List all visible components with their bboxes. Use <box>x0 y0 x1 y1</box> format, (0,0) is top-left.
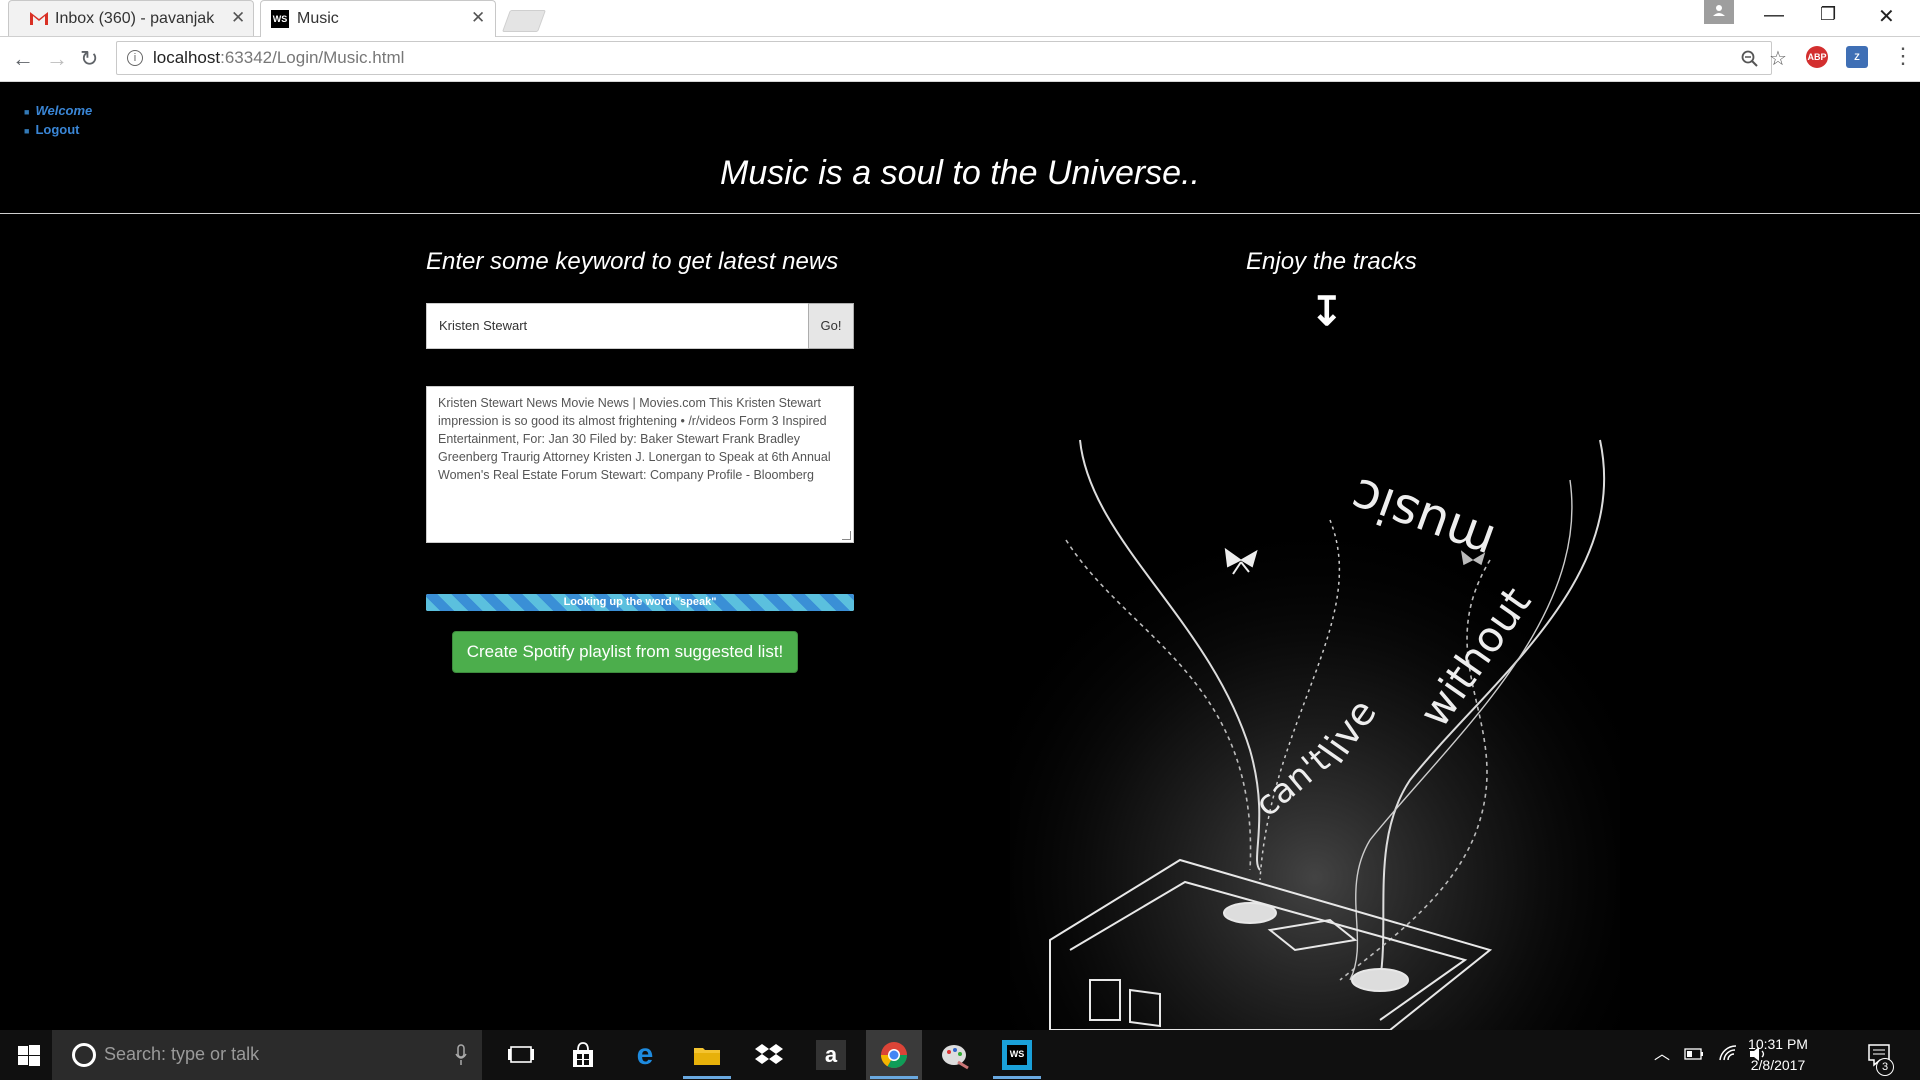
go-button[interactable]: Go! <box>808 303 854 349</box>
paint-icon[interactable] <box>940 1040 970 1070</box>
divider <box>0 213 1920 214</box>
edge-icon[interactable]: e <box>630 1040 660 1070</box>
bookmark-star-icon[interactable]: ☆ <box>1769 46 1787 71</box>
resize-handle[interactable] <box>842 531 851 540</box>
menu-icon[interactable]: ⋮ <box>1892 43 1914 69</box>
tracks-heading: Enjoy the tracks <box>1246 248 1417 275</box>
url-path: :63342/Login/Music.html <box>220 48 405 67</box>
toolbar: ← → ↻ i localhost:63342/Login/Music.html… <box>0 37 1920 82</box>
amazon-icon[interactable]: a <box>816 1040 846 1070</box>
cortana-icon <box>72 1043 96 1067</box>
webstorm-icon[interactable]: WS <box>1002 1040 1032 1070</box>
windows-start-icon[interactable] <box>18 1045 40 1067</box>
zotero-icon[interactable]: Z <box>1846 46 1868 68</box>
store-icon[interactable] <box>568 1040 598 1070</box>
active-app-indicator <box>683 1076 731 1079</box>
clock-time: 10:31 PM <box>1748 1036 1808 1052</box>
battery-icon[interactable] <box>1684 1048 1704 1060</box>
tab-title: Inbox (360) - pavanjakke <box>55 10 215 27</box>
webstorm-icon: WS <box>271 10 289 28</box>
news-heading: Enter some keyword to get latest news <box>426 248 839 275</box>
tab-music[interactable]: WS Music ✕ <box>260 0 496 37</box>
chrome-icon <box>880 1042 908 1069</box>
back-button[interactable]: ← <box>12 46 34 72</box>
notification-badge: 3 <box>1876 1058 1894 1076</box>
tab-strip: Inbox (360) - pavanjakke ✕ WS Music ✕ — … <box>0 0 1920 37</box>
profile-button[interactable] <box>1704 0 1734 24</box>
active-app-indicator <box>870 1076 918 1079</box>
gmail-icon <box>30 12 48 25</box>
cortana-search-box[interactable]: Search: type or talk <box>52 1030 482 1080</box>
close-window-button[interactable]: ✕ <box>1878 4 1895 29</box>
adblock-plus-icon[interactable]: ABP <box>1806 46 1828 68</box>
progress-bar: Looking up the word "speak" <box>426 594 854 611</box>
active-app-indicator <box>993 1076 1041 1079</box>
forward-button[interactable]: → <box>46 46 68 72</box>
keyword-input[interactable]: Kristen Stewart <box>426 303 809 349</box>
tray-chevron-icon[interactable]: ︿ <box>1654 1040 1670 1064</box>
search-placeholder: Search: type or talk <box>104 1044 260 1064</box>
progress-label: Looking up the word "speak" <box>563 596 717 608</box>
dropbox-icon[interactable] <box>754 1040 784 1070</box>
reload-button[interactable]: ↻ <box>80 46 98 72</box>
taskbar: Search: type or talk e a WS ︿ 10:31 PM 2… <box>0 1030 1920 1080</box>
restore-button[interactable]: ❐ <box>1820 4 1836 25</box>
create-playlist-button[interactable]: Create Spotify playlist from suggested l… <box>452 631 798 673</box>
url-text: localhost:63342/Login/Music.html <box>153 48 404 68</box>
chrome-taskbar-button[interactable] <box>866 1030 922 1080</box>
logout-link[interactable]: Logout <box>35 122 79 137</box>
news-results-textarea[interactable]: Kristen Stewart News Movie News | Movies… <box>426 386 854 543</box>
clock-date: 2/8/2017 <box>1750 1057 1806 1073</box>
wifi-icon[interactable] <box>1718 1044 1738 1062</box>
tab-title: Music <box>297 10 339 27</box>
microphone-icon[interactable] <box>454 1044 468 1066</box>
close-icon[interactable]: ✕ <box>231 8 245 28</box>
tab-inbox[interactable]: Inbox (360) - pavanjakke ✕ <box>8 0 254 36</box>
url-host: localhost <box>153 48 221 67</box>
person-icon <box>1713 5 1725 16</box>
system-clock[interactable]: 10:31 PM 2/8/2017 <box>1738 1034 1818 1076</box>
hero-text: Music is a soul to the Universe.. <box>720 154 1200 192</box>
user-nav: ■ Welcome ■ Logout <box>24 103 93 137</box>
new-tab-button[interactable] <box>501 10 547 32</box>
cassette-music-art: music without live can't <box>1010 420 1620 1030</box>
file-explorer-icon[interactable] <box>692 1040 722 1070</box>
arrow-down-icon: ↧ <box>1310 290 1344 334</box>
zoom-icon[interactable] <box>1741 50 1759 68</box>
info-icon[interactable]: i <box>127 50 143 66</box>
task-view-icon[interactable] <box>506 1040 536 1070</box>
close-icon[interactable]: ✕ <box>471 8 485 28</box>
news-results-text: Kristen Stewart News Movie News | Movies… <box>438 396 831 482</box>
welcome-link[interactable]: Welcome <box>35 103 92 118</box>
address-bar[interactable]: i localhost:63342/Login/Music.html ☆ <box>116 41 1787 75</box>
minimize-button[interactable]: — <box>1764 4 1784 27</box>
